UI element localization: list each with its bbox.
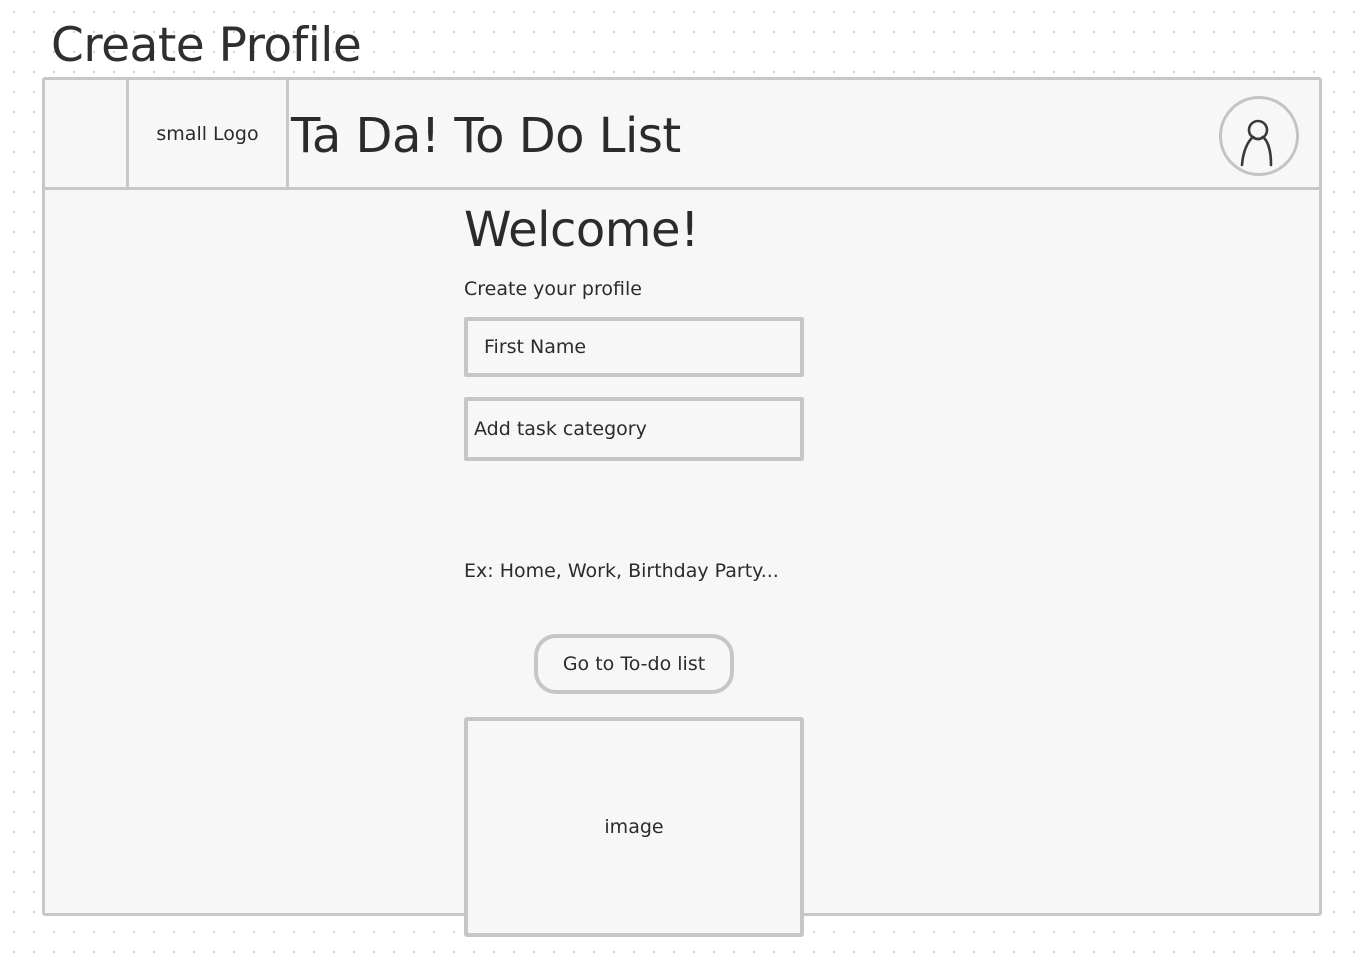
image-placeholder-label: image [604,816,664,838]
user-icon [1240,119,1273,167]
image-placeholder: image [464,717,804,937]
welcome-heading: Welcome! [464,202,699,258]
go-to-todo-list-button[interactable]: Go to To-do list [534,634,734,694]
header-blank-cell [45,80,129,187]
task-category-field[interactable] [464,397,804,461]
subtitle: Create your profile [464,278,642,300]
app-frame: small Logo Ta Da! To Do List Welcome! Cr… [42,77,1322,937]
profile-avatar[interactable] [1219,96,1299,176]
small-logo[interactable]: small Logo [129,80,289,187]
app-title: Ta Da! To Do List [291,108,681,164]
first-name-field[interactable] [464,317,804,377]
header-bar: small Logo Ta Da! To Do List [45,80,1319,190]
page-heading: Create Profile [51,18,362,73]
category-example-text: Ex: Home, Work, Birthday Party... [464,560,779,582]
